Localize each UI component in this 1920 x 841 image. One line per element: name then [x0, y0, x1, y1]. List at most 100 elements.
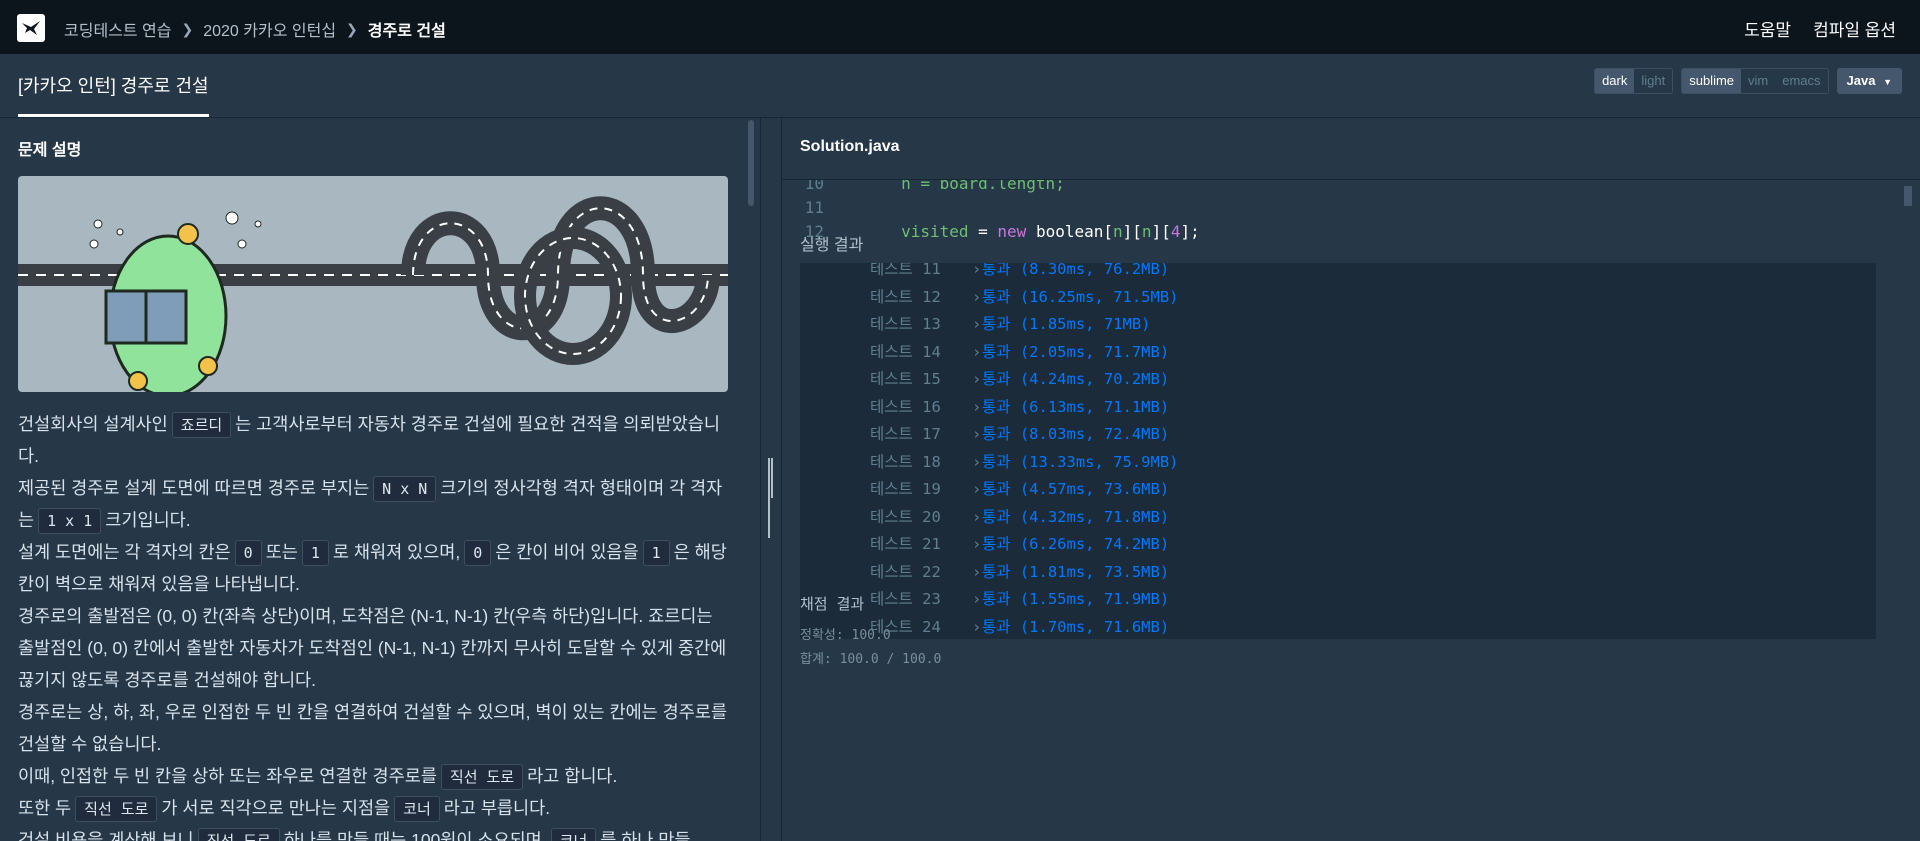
breadcrumb-item-current: 경주로 건설	[367, 23, 446, 40]
top-bar: 코딩테스트 연습 ❯ 2020 카카오 인턴십 ❯ 경주로 건설 도움말 컴파일…	[0, 0, 1920, 54]
test-label: 테스트 15	[870, 370, 941, 388]
lesson-title: [카카오 인턴] 경주로 건설	[18, 76, 209, 96]
help-button[interactable]: 도움말	[1744, 16, 1791, 41]
paragraph: 설계 도면에는 각 격자의 칸은 0 또는 1 로 채워져 있으며, 0 은 칸이 비어 있…	[18, 536, 730, 600]
language-select[interactable]: Java ▼	[1836, 68, 1902, 94]
inline-code: 직선 도로	[440, 764, 524, 790]
breadcrumb-item-kakao[interactable]: 2020 카카오 인턴십	[203, 17, 336, 41]
inline-code: 1	[642, 540, 670, 566]
text: 설계 도면에는 각 격자의 칸은	[18, 542, 231, 562]
editor-panel: Solution.java 10 n = board.length; 11 12…	[782, 118, 1920, 841]
chevron-right-icon: ›	[972, 287, 982, 306]
breadcrumb: 코딩테스트 연습 ❯ 2020 카카오 인턴십 ❯ 경주로 건설	[64, 17, 446, 41]
top-actions: 도움말 컴파일 옵션	[1744, 16, 1896, 41]
problem-scrollbar[interactable]	[748, 120, 754, 206]
problem-description: 건설회사의 설계사인 죠르디 는 고객사로부터 자동차 경주로 건설에 필요한 견적…	[18, 408, 730, 841]
text: 크기입니다.	[105, 510, 191, 530]
test-label: 테스트 18	[870, 452, 941, 471]
test-result: 통과 (8.30ms, 76.2MB)	[982, 263, 1170, 278]
theme-light-option[interactable]: light	[1634, 69, 1673, 93]
text: 제공된 경주로 설계 도면에 따르면 경주로 부지는	[18, 478, 370, 498]
text: 라고 합니다.	[527, 766, 618, 786]
keymap-emacs-option[interactable]: emacs	[1775, 69, 1828, 93]
test-label: 테스트 19	[870, 480, 941, 498]
paragraph: 제공된 경주로 설계 도면에 따르면 경주로 부지는 N x N 크기의 정사각형 …	[18, 472, 730, 536]
chevron-right-icon: ›	[972, 590, 982, 608]
line-number: 10	[804, 180, 824, 193]
chevron-right-icon: ›	[972, 263, 982, 278]
output-title: 실행 결과	[800, 237, 864, 254]
test-result: 통과 (1.70ms, 71.6MB)	[982, 617, 1170, 636]
language-label: Java	[1846, 73, 1876, 88]
text: 또한 두	[18, 798, 72, 818]
test-result-row: 테스트 24 › 통과 (1.70ms, 71.6MB)	[800, 614, 1876, 640]
chevron-right-icon: ›	[972, 342, 982, 361]
test-result-row: 테스트 23 › 통과 (1.55ms, 71.9MB)	[800, 586, 1876, 613]
test-result: 통과 (4.32ms, 71.8MB)	[982, 507, 1170, 526]
programmers-logo[interactable]	[17, 14, 45, 42]
test-results: 테스트 11 › 통과 (8.30ms, 76.2MB) 테스트 12 › 통과 (16.…	[800, 263, 1876, 639]
text: 건설 비용을 계산해 보니	[18, 830, 194, 841]
chevron-right-icon: ›	[972, 507, 982, 526]
chevron-right-icon: ❯	[346, 20, 358, 37]
paragraph: 이때, 인접한 두 빈 칸을 상하 또는 좌우로 연결한 경주로를 직선 도로 라고…	[18, 760, 730, 792]
test-result: 통과 (1.85ms, 71MB)	[982, 315, 1151, 333]
test-label: 테스트 13	[870, 315, 941, 333]
paragraph: 건설 비용을 계산해 보니 직선 도로 하나를 만들 때는 100원이 소요되며, 코…	[18, 824, 730, 841]
test-result: 통과 (4.57ms, 73.6MB)	[982, 480, 1170, 498]
chevron-right-icon: ›	[972, 315, 982, 333]
chevron-right-icon: ›	[972, 370, 982, 388]
test-label: 테스트 17	[870, 425, 941, 443]
resize-grip-icon	[768, 458, 776, 538]
test-result: 통과 (13.33ms, 75.9MB)	[982, 452, 1179, 471]
text: 로 채워져 있으며,	[332, 542, 461, 562]
test-result-row: 테스트 16 › 통과 (6.13ms, 71.1MB)	[800, 394, 1876, 421]
text: 를 하나 만들	[600, 830, 691, 841]
test-result: 통과 (1.55ms, 71.9MB)	[982, 590, 1170, 608]
code-line: 10 n = board.length;	[782, 180, 1065, 196]
text: 가 서로 직각으로 만나는 지점을	[161, 798, 391, 818]
test-result-row: 테스트 20 › 통과 (4.32ms, 71.8MB)	[800, 504, 1876, 531]
inline-code: 1 x 1	[38, 508, 102, 534]
compile-options-button[interactable]: 컴파일 옵션	[1813, 16, 1896, 41]
editor-scrollbar[interactable]	[1904, 186, 1912, 206]
test-label: 테스트 11	[870, 263, 941, 278]
text: 은 칸이 비어 있음을	[495, 542, 639, 562]
grading-result: 채점 결과 정확성: 100.0 합계: 100.0 / 100.0	[800, 593, 941, 672]
test-label: 테스트 21	[870, 535, 941, 553]
paragraph: 경주로는 상, 하, 좌, 우로 인접한 두 빈 칸을 연결하여 건설할 수 있…	[18, 702, 728, 754]
panel-resizer[interactable]	[760, 118, 782, 841]
lesson-header: [카카오 인턴] 경주로 건설 dark light sublime vim e…	[0, 54, 1920, 118]
keymap-toggle: sublime vim emacs	[1681, 68, 1829, 94]
inline-code: 코너	[394, 796, 440, 822]
inline-code: 직선 도로	[197, 828, 280, 841]
test-result-row: 테스트 21 › 통과 (6.26ms, 74.2MB)	[800, 531, 1876, 558]
title-underline	[18, 114, 209, 117]
caret-down-icon: ▼	[1883, 77, 1892, 87]
test-result-row: 테스트 13 › 통과 (1.85ms, 71MB)	[800, 311, 1876, 338]
theme-dark-option[interactable]: dark	[1595, 69, 1635, 93]
chevron-right-icon: ❯	[181, 20, 194, 37]
test-result: 통과 (6.26ms, 74.2MB)	[982, 535, 1170, 553]
grading-title: 채점 결과	[800, 595, 865, 613]
text: 이때, 인접한 두 빈 칸을 상하 또는 좌우로 연결한 경주로를	[18, 766, 437, 786]
keymap-sublime-option[interactable]: sublime	[1682, 69, 1742, 93]
breadcrumb-item-practice[interactable]: 코딩테스트 연습	[64, 17, 172, 41]
problem-panel: 문제 설명 건설회사의 설계사인 죠르디 는 고객사로부터 자동차 경주로 건설에 …	[0, 118, 760, 841]
inline-code: 직선 도로	[75, 796, 158, 822]
test-result: 통과 (8.03ms, 72.4MB)	[982, 425, 1170, 443]
test-result-row: 테스트 22 › 통과 (1.81ms, 73.5MB)	[800, 559, 1876, 586]
keymap-vim-option[interactable]: vim	[1741, 69, 1776, 93]
text: 건설회사의 설계사인	[18, 414, 168, 434]
problem-section-title: 문제 설명	[18, 142, 82, 159]
test-label: 테스트 14	[870, 342, 941, 361]
test-label: 테스트 16	[870, 397, 941, 416]
test-result-row: 테스트 12 › 통과 (16.25ms, 71.5MB)	[800, 284, 1876, 311]
inline-code: 1	[301, 540, 329, 566]
test-result: 통과 (6.13ms, 71.1MB)	[982, 397, 1170, 416]
inline-code: 죠르디	[171, 412, 232, 438]
chevron-right-icon: ›	[972, 452, 982, 471]
accuracy-score: 정확성: 100.0	[800, 628, 891, 643]
inline-code: 코너	[550, 828, 597, 841]
problem-banner-image	[18, 176, 728, 392]
